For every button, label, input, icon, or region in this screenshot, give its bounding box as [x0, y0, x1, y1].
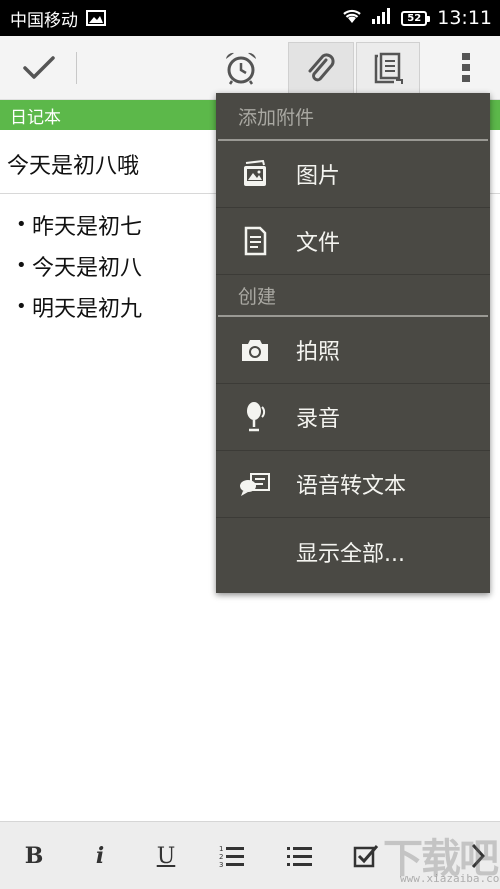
list-item: • 今天是初八 [16, 245, 142, 286]
attach-button[interactable] [288, 42, 354, 96]
camera-icon [238, 333, 272, 367]
clock: 13:11 [437, 7, 492, 29]
menu-item-show-all[interactable]: 显示全部... [216, 518, 490, 585]
numbered-list-icon: 1 2 3 [219, 845, 244, 868]
check-icon [23, 56, 55, 79]
battery-icon: 52 [401, 10, 431, 26]
menu-item-label: 语音转文本 [296, 474, 407, 499]
menu-section-attach: 添加附件 [238, 106, 315, 129]
status-bar: 中国移动 52 13:11 [0, 0, 500, 36]
menu-item-label: 拍照 [296, 340, 341, 365]
svg-text:3: 3 [219, 861, 223, 868]
note-body[interactable]: • 昨天是初七 • 今天是初八 • 明天是初九 [16, 204, 142, 327]
menu-section-create: 创建 [238, 285, 277, 308]
wifi-icon [341, 8, 363, 29]
done-button[interactable] [12, 44, 66, 92]
note-title: 今天是初八哦 [7, 153, 140, 179]
bullet-dot: • [16, 255, 27, 276]
picture-icon [238, 157, 272, 191]
bullet-list-button[interactable] [280, 836, 320, 876]
menu-item-voice-to-text[interactable]: 语音转文本 [216, 451, 490, 518]
menu-item-record[interactable]: 录音 [216, 384, 490, 451]
signal-icon [371, 7, 393, 29]
paperclip-icon [308, 53, 335, 82]
alarm-clock-icon [226, 52, 256, 85]
carrier-label: 中国移动 [10, 10, 78, 31]
bullet-dot: • [16, 214, 27, 235]
svg-text:1: 1 [219, 845, 223, 853]
list-item: • 明天是初九 [16, 286, 142, 327]
menu-item-label: 图片 [296, 164, 341, 189]
numbered-list-button[interactable]: 1 2 3 [212, 836, 252, 876]
watermark-url: www.xiazaiba.com [400, 872, 500, 885]
menu-item-label: 显示全部... [296, 541, 405, 567]
italic-button[interactable]: i [80, 836, 120, 876]
reminder-button[interactable] [216, 44, 266, 92]
menu-item-label: 文件 [296, 231, 341, 256]
overflow-menu-button[interactable] [446, 44, 486, 92]
menu-item-file[interactable]: 文件 [216, 208, 490, 275]
notebook-name: 日记本 [10, 107, 61, 128]
list-item: • 昨天是初七 [16, 204, 142, 245]
more-vertical-icon [462, 53, 470, 82]
checkbox-icon [353, 845, 379, 868]
action-bar [0, 36, 500, 100]
list-item-text: 今天是初八 [32, 255, 143, 281]
toolbar-divider [76, 52, 77, 84]
document-copy-icon [374, 52, 403, 84]
file-icon [238, 224, 272, 258]
attachment-popup-menu: 添加附件 图片 文件 创建 拍照 录音 语音转文本 显示全部... [216, 93, 490, 593]
underline-button[interactable]: U [146, 836, 186, 876]
svg-text:2: 2 [219, 853, 223, 861]
copy-note-button[interactable] [356, 42, 420, 96]
microphone-icon [238, 400, 272, 434]
image-notification-icon [86, 10, 106, 26]
list-item-text: 明天是初九 [32, 296, 143, 322]
bold-button[interactable]: B [14, 836, 54, 876]
voice-to-text-icon [238, 467, 272, 501]
menu-item-picture[interactable]: 图片 [216, 141, 490, 208]
bullet-dot: • [16, 296, 27, 317]
bullet-list-icon [287, 847, 312, 866]
list-item-text: 昨天是初七 [32, 214, 143, 240]
menu-item-label: 录音 [296, 407, 341, 432]
menu-item-photo[interactable]: 拍照 [216, 317, 490, 384]
